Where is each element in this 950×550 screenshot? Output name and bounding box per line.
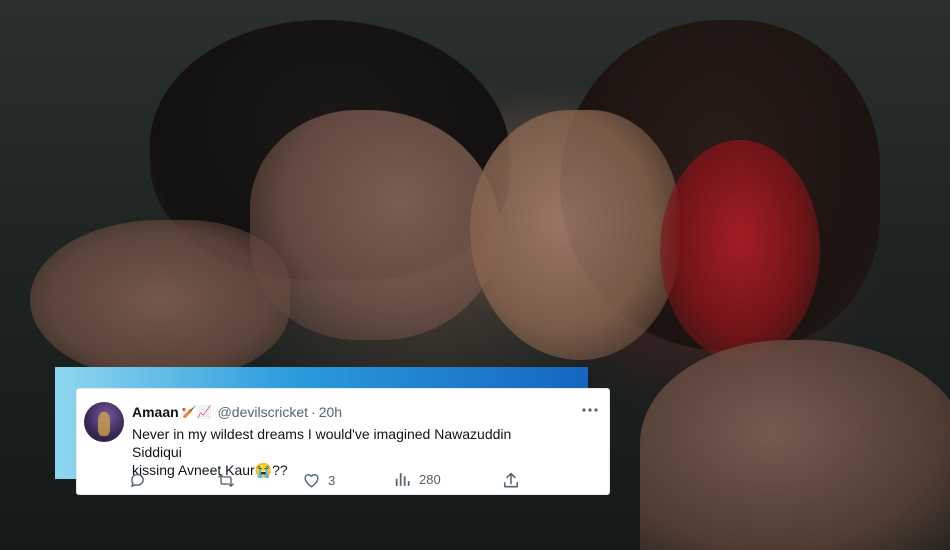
background-photo: Amaan 🏏📈 @devilscricket · 20h Never in m… bbox=[0, 0, 950, 550]
tweet-actions: 3 280 bbox=[129, 472, 519, 490]
reply-button[interactable] bbox=[129, 472, 154, 489]
author-name[interactable]: Amaan bbox=[132, 404, 179, 420]
tweet-text-line-1: Never in my wildest dreams I would've im… bbox=[132, 426, 512, 460]
photo-hair-right bbox=[560, 20, 880, 350]
tweet-time[interactable]: 20h bbox=[319, 404, 342, 420]
photo-shoulder bbox=[640, 340, 950, 550]
tweet-card[interactable]: Amaan 🏏📈 @devilscricket · 20h Never in m… bbox=[76, 388, 610, 495]
tweet-text: Never in my wildest dreams I would've im… bbox=[132, 425, 532, 479]
reply-icon bbox=[129, 472, 146, 489]
separator-dot: · bbox=[311, 404, 316, 420]
share-icon bbox=[503, 472, 519, 489]
retweet-icon bbox=[217, 472, 235, 489]
photo-face-right bbox=[470, 110, 680, 360]
views-button[interactable]: 280 bbox=[395, 472, 441, 487]
view-count: 280 bbox=[419, 472, 441, 487]
share-button[interactable] bbox=[503, 472, 519, 489]
author-handle[interactable]: @devilscricket bbox=[218, 404, 308, 420]
more-icon[interactable] bbox=[581, 401, 599, 419]
retweet-button[interactable] bbox=[217, 472, 243, 489]
author-emojis: 🏏📈 bbox=[181, 405, 212, 419]
photo-hair-flower bbox=[660, 140, 820, 360]
like-icon bbox=[303, 472, 320, 488]
like-count: 3 bbox=[328, 472, 336, 488]
photo-hair-left bbox=[150, 20, 510, 280]
tweet-header: Amaan 🏏📈 @devilscricket · 20h bbox=[132, 404, 342, 420]
views-icon bbox=[395, 472, 411, 487]
avatar[interactable] bbox=[84, 402, 124, 442]
photo-hand bbox=[30, 220, 290, 380]
photo-face-left bbox=[250, 110, 500, 340]
like-button[interactable]: 3 bbox=[303, 472, 335, 488]
